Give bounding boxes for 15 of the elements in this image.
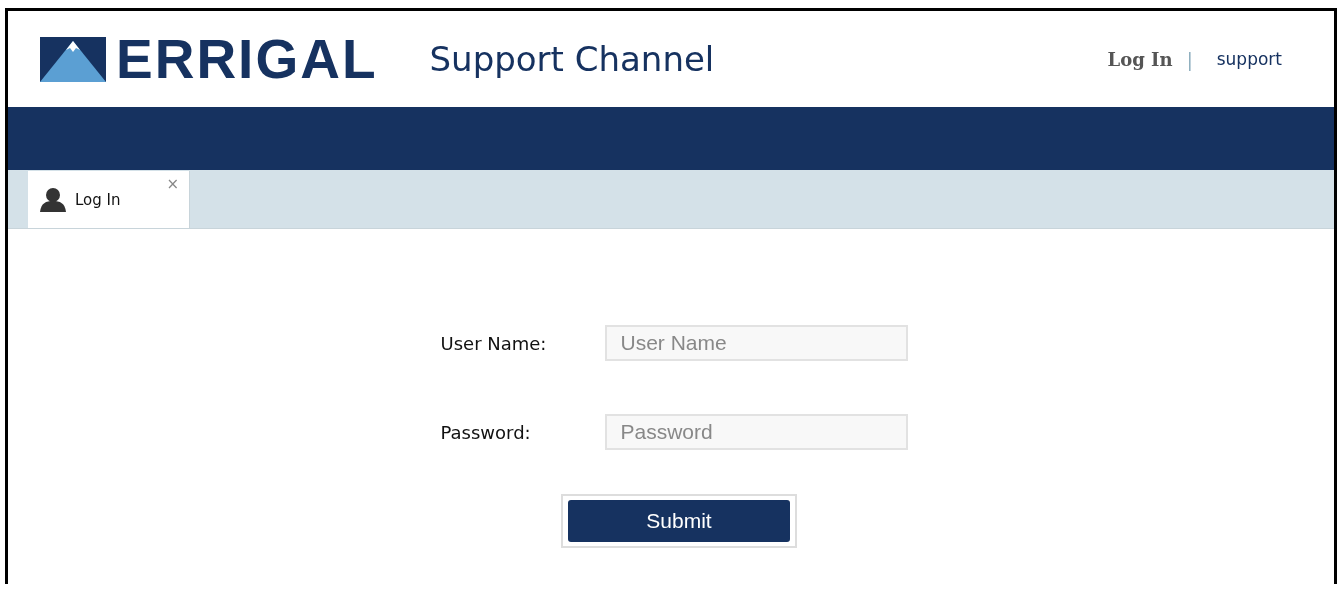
support-link[interactable]: support: [1216, 49, 1282, 69]
field-label: User Name:: [440, 332, 548, 354]
site-title: Support Channel: [429, 39, 715, 79]
user-icon: [40, 187, 66, 212]
submit-button[interactable]: Submit: [568, 500, 790, 542]
close-icon[interactable]: ×: [166, 175, 179, 193]
input-field[interactable]: Password: [604, 414, 908, 450]
field-label: Password:: [440, 421, 532, 443]
tab-label: Log In: [75, 190, 121, 209]
mountain-logo-icon: [40, 36, 106, 82]
login-tab[interactable]: Log In ×: [28, 171, 190, 228]
input-field[interactable]: User Name: [604, 325, 908, 361]
login-link[interactable]: Log In: [1107, 48, 1173, 70]
link-separator: |: [1186, 48, 1193, 70]
logo-text: ERRIGAL: [116, 31, 378, 87]
